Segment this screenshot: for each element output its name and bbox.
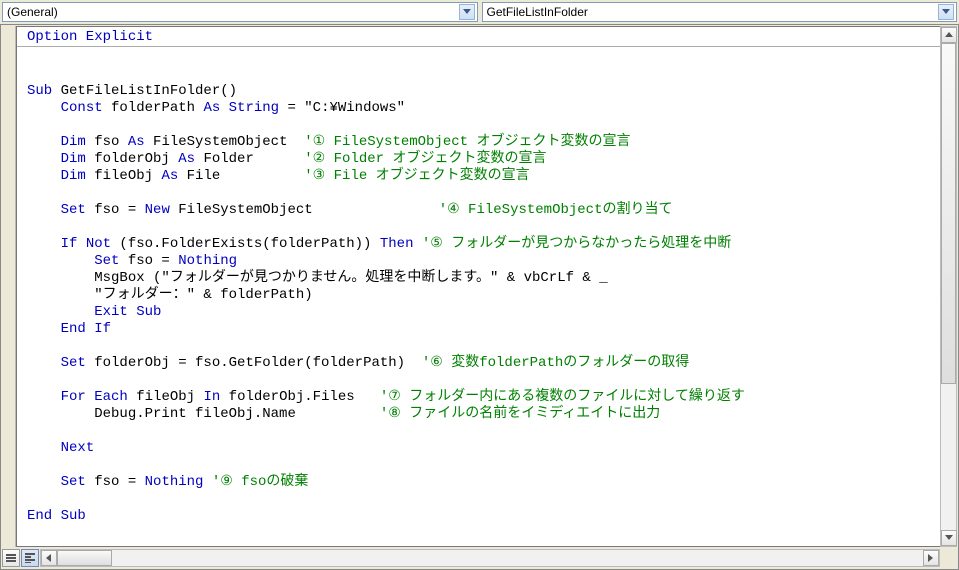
horizontal-scrollbar[interactable]: [40, 549, 940, 567]
procedure-view-button[interactable]: [2, 549, 20, 567]
scroll-up-icon[interactable]: [941, 27, 957, 43]
margin-indicator-bar: [2, 26, 16, 547]
toolbar: (General) GetFileListInFolder: [0, 0, 959, 24]
object-dropdown-label: (General): [7, 5, 459, 19]
bottom-bar: [2, 548, 957, 568]
scroll-left-icon[interactable]: [41, 550, 57, 566]
vscroll-track[interactable]: [941, 43, 956, 530]
code-viewport[interactable]: Option Explicit Sub GetFileListInFolder(…: [16, 26, 940, 547]
procedure-dropdown-label: GetFileListInFolder: [487, 5, 939, 19]
scroll-right-icon[interactable]: [923, 550, 939, 566]
editor-shell: Option Explicit Sub GetFileListInFolder(…: [0, 24, 959, 570]
chevron-down-icon: [938, 4, 954, 20]
code-text[interactable]: Option Explicit Sub GetFileListInFolder(…: [17, 27, 940, 527]
vertical-scrollbar[interactable]: [940, 26, 957, 547]
full-module-view-button[interactable]: [21, 549, 39, 567]
hscroll-thumb[interactable]: [57, 550, 112, 566]
procedure-dropdown[interactable]: GetFileListInFolder: [482, 2, 958, 22]
object-dropdown[interactable]: (General): [2, 2, 478, 22]
vscroll-thumb[interactable]: [941, 43, 956, 384]
hscroll-track[interactable]: [57, 550, 923, 566]
scroll-corner: [940, 549, 957, 567]
scroll-down-icon[interactable]: [941, 530, 957, 546]
chevron-down-icon: [459, 4, 475, 20]
